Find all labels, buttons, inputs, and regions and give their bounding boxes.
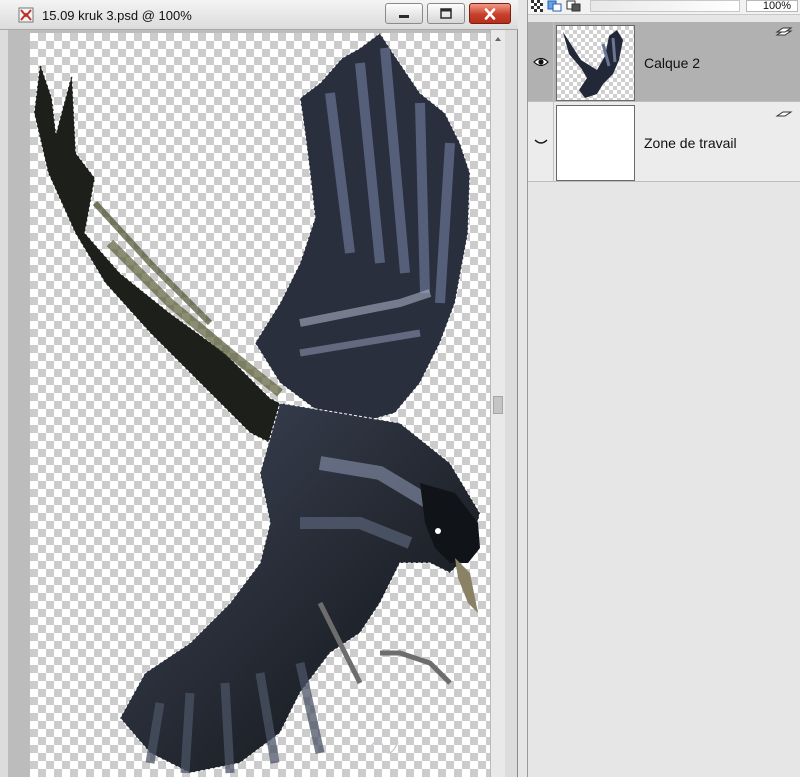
raven-thumbnail bbox=[563, 30, 623, 98]
psd-file-icon bbox=[18, 7, 34, 23]
merge-icon[interactable] bbox=[566, 0, 582, 12]
eye-icon bbox=[533, 57, 549, 67]
minimize-icon bbox=[399, 14, 409, 18]
layer-name: Calque 2 bbox=[644, 55, 701, 71]
maximize-icon bbox=[440, 7, 452, 19]
title-bar[interactable]: 15.09 kruk 3.psd @ 100% bbox=[0, 0, 518, 30]
lock-icon[interactable] bbox=[531, 0, 543, 12]
maximize-button[interactable] bbox=[427, 3, 465, 24]
link-icon[interactable] bbox=[547, 0, 563, 12]
layer-type-icon bbox=[775, 27, 793, 36]
canvas-frame bbox=[8, 30, 505, 777]
window-title: 15.09 kruk 3.psd @ 100% bbox=[42, 8, 192, 23]
eye-closed-icon bbox=[534, 139, 548, 144]
close-button[interactable] bbox=[469, 3, 511, 24]
scroll-thumb[interactable] bbox=[493, 396, 503, 414]
layers-toolbar: 100% bbox=[528, 0, 800, 15]
scroll-up-icon[interactable] bbox=[492, 33, 504, 45]
layer-thumbnail[interactable] bbox=[556, 105, 635, 181]
layers-panel: 100% Calque 2 Zone de travail bbox=[527, 0, 800, 777]
close-icon bbox=[484, 7, 496, 20]
raven-artwork bbox=[33, 33, 481, 774]
document-canvas[interactable] bbox=[30, 33, 492, 777]
layer-type-icon bbox=[775, 111, 793, 117]
layer-row-zone-de-travail[interactable]: Zone de travail bbox=[528, 102, 800, 182]
opacity-slider[interactable] bbox=[590, 0, 740, 12]
opacity-value[interactable]: 100% bbox=[746, 0, 798, 12]
layer-thumbnail[interactable] bbox=[556, 25, 635, 101]
visibility-toggle[interactable] bbox=[528, 22, 554, 102]
minimize-button[interactable] bbox=[385, 3, 423, 24]
layer-row-calque-2[interactable]: Calque 2 bbox=[528, 22, 800, 102]
document-window: 15.09 kruk 3.psd @ 100% bbox=[0, 0, 518, 777]
vertical-scrollbar[interactable] bbox=[490, 30, 505, 777]
visibility-toggle[interactable] bbox=[528, 102, 554, 182]
layer-name: Zone de travail bbox=[644, 135, 737, 151]
